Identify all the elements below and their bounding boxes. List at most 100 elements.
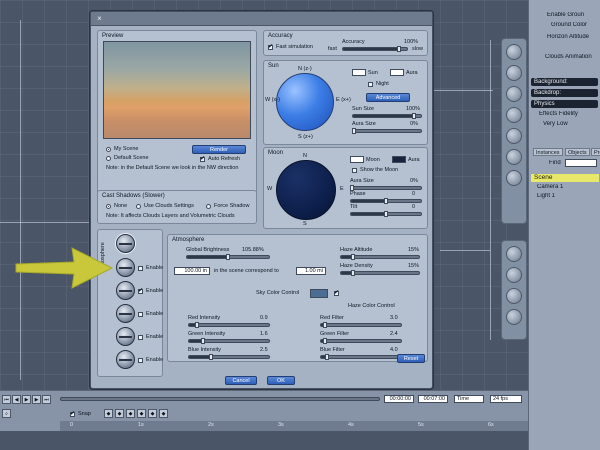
step-forward-button[interactable]: ▶ [32, 395, 41, 404]
dialog-title-bar[interactable]: × [91, 12, 432, 26]
time-end-field[interactable]: 00:07:00 [418, 395, 448, 403]
moon-aura-size-slider[interactable] [350, 185, 422, 191]
fast-simulation-checkbox[interactable] [268, 43, 273, 50]
clouds-layer-icon[interactable] [116, 350, 135, 369]
go-end-button[interactable]: ⏭ [42, 395, 51, 404]
camera-tool-icon[interactable] [506, 107, 522, 123]
key-tool-icon[interactable]: ◆ [115, 409, 124, 418]
preview-note: Note: in the Default Scene we look in th… [106, 165, 239, 171]
key-tool-icon[interactable]: ◆ [148, 409, 157, 418]
sun-aura-swatch[interactable] [390, 69, 404, 76]
accuracy-slider[interactable] [342, 46, 408, 52]
scene-item-camera[interactable]: Camera 1 [537, 184, 598, 190]
close-icon[interactable]: × [95, 14, 104, 23]
rotate-tool-icon[interactable] [506, 44, 522, 60]
effects-tool-icon[interactable] [506, 267, 522, 283]
material-tool-icon[interactable] [506, 309, 522, 325]
pan-tool-icon[interactable] [506, 149, 522, 165]
sun-size-slider[interactable] [352, 113, 422, 119]
key-tool-icon[interactable]: ◆ [126, 409, 135, 418]
layer-enable-checkbox[interactable] [138, 335, 143, 340]
clouds-layer-icon[interactable] [116, 304, 135, 323]
scene-scale-field[interactable]: 100.00 in [174, 267, 210, 275]
scene-tree-header[interactable]: Scene [531, 174, 599, 182]
tab-objects[interactable]: Objects [565, 148, 590, 156]
render-button[interactable]: Render [192, 145, 246, 154]
fps-select[interactable]: 24 fps [490, 395, 522, 403]
night-checkbox[interactable] [368, 82, 373, 87]
cancel-button[interactable]: Cancel [225, 376, 257, 385]
advanced-button[interactable]: Advanced [366, 93, 410, 102]
layer-enable-checkbox[interactable] [138, 358, 143, 363]
sky-color-checkbox[interactable] [334, 289, 339, 296]
moon-phase-slider[interactable] [350, 198, 422, 204]
blue-filter-slider[interactable] [320, 354, 402, 360]
go-start-button[interactable]: ⏮ [2, 395, 11, 404]
clouds-layer-icon[interactable] [116, 281, 135, 300]
layer-enable-checkbox[interactable] [138, 266, 143, 271]
scale-tool-icon[interactable] [506, 86, 522, 102]
shadow-force-radio[interactable] [206, 204, 211, 209]
real-scale-field[interactable]: 1.00 mi [296, 267, 326, 275]
cast-shadows-note: Note: It affects Clouds Layers and Volum… [106, 213, 235, 219]
move-tool-icon[interactable] [506, 65, 522, 81]
sun-aura-size-slider[interactable] [352, 128, 422, 134]
key-tool-icon[interactable]: ◆ [159, 409, 168, 418]
tab-instances[interactable]: Instances [533, 148, 563, 156]
shadow-none-radio[interactable] [106, 204, 111, 209]
search-icon[interactable]: ⌕ [2, 409, 11, 418]
snap-checkbox[interactable] [70, 410, 75, 417]
green-filter-value: 2.4 [390, 331, 398, 337]
timeline-track[interactable] [0, 431, 528, 450]
time-start-field[interactable]: 00:00:00 [384, 395, 414, 403]
background-row[interactable]: Background: [531, 78, 598, 86]
key-tool-icon[interactable]: ◆ [137, 409, 146, 418]
play-button[interactable]: ▶ [22, 395, 31, 404]
time-mode-select[interactable]: Time [454, 395, 484, 403]
moon-tilt-slider[interactable] [350, 211, 422, 217]
green-intensity-slider[interactable] [188, 338, 270, 344]
green-filter-slider[interactable] [320, 338, 402, 344]
clouds-layer-icon[interactable] [116, 327, 135, 346]
clouds-layer-icon[interactable] [116, 258, 135, 277]
layer-enable-checkbox[interactable] [138, 287, 143, 294]
light-tool-icon[interactable] [506, 128, 522, 144]
sun-position-globe[interactable] [276, 73, 334, 131]
default-scene-radio[interactable] [106, 156, 111, 161]
render-tool-icon[interactable] [506, 288, 522, 304]
find-input[interactable] [565, 159, 597, 167]
haze-density-slider[interactable] [340, 270, 420, 276]
green-intensity-value: 1.6 [260, 331, 268, 337]
enable-ground-label[interactable]: Enable Groun [547, 12, 598, 18]
clouds-animation-label: Clouds Animation [545, 54, 592, 60]
red-intensity-slider[interactable] [188, 322, 270, 328]
layer-enable-checkbox[interactable] [138, 312, 143, 317]
show-moon-checkbox[interactable] [352, 168, 357, 173]
tab-presets[interactable]: Pre [591, 148, 600, 156]
atmosphere-layer-icon[interactable] [116, 234, 135, 253]
reset-button[interactable]: Reset [397, 354, 425, 363]
step-back-button[interactable]: ◀ [12, 395, 21, 404]
my-scene-radio[interactable] [106, 147, 111, 152]
shadow-clouds-radio[interactable] [136, 204, 141, 209]
very-low-option[interactable]: Very Low [543, 121, 598, 127]
physics-row[interactable]: Physics [531, 100, 598, 108]
scene-item-light[interactable]: Light 1 [537, 193, 598, 199]
sun-color-swatch[interactable] [352, 69, 366, 76]
key-tool-icon[interactable]: ◆ [104, 409, 113, 418]
global-brightness-slider[interactable] [186, 254, 270, 260]
sky-color-swatch[interactable] [310, 289, 328, 298]
haze-altitude-slider[interactable] [340, 254, 420, 260]
moon-aura-swatch[interactable] [392, 156, 406, 163]
backdrop-row[interactable]: Backdrop: [531, 89, 598, 97]
auto-refresh-checkbox[interactable] [200, 155, 205, 162]
moon-position-globe[interactable] [276, 160, 336, 220]
zoom-tool-icon[interactable] [506, 170, 522, 186]
red-filter-slider[interactable] [320, 322, 402, 328]
moon-color-swatch[interactable] [350, 156, 364, 163]
timeline-ruler[interactable] [60, 421, 528, 431]
blue-intensity-slider[interactable] [188, 354, 270, 360]
timeline-scrubber[interactable] [60, 397, 380, 401]
ok-button[interactable]: OK [267, 376, 295, 385]
sky-tool-icon[interactable] [506, 246, 522, 262]
